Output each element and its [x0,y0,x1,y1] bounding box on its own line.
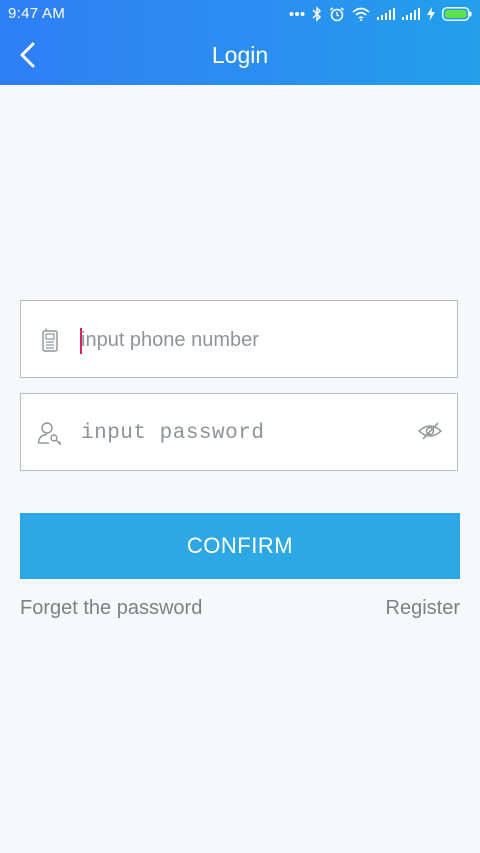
page-title: Login [211,42,269,68]
confirm-button[interactable]: CONFIRM [20,513,460,579]
forget-password-link[interactable]: Forget the password [20,597,202,620]
bluetooth-icon [312,6,322,22]
user-key-icon [37,420,63,446]
charging-icon [427,7,435,21]
register-link[interactable]: Register [386,597,460,620]
phone-field[interactable] [20,300,458,378]
mobile-phone-icon [37,327,63,353]
signal-icon [402,8,420,20]
app-bar: Login [0,28,480,85]
more-dots-icon [289,11,305,17]
wifi-icon [352,7,370,21]
password-input[interactable] [79,412,411,454]
signal-icon [377,8,395,20]
battery-icon [442,7,472,21]
status-bar: 9:47 AM [0,0,480,28]
show-password-toggle[interactable] [415,418,445,448]
alarm-icon [329,6,345,22]
phone-input[interactable] [79,319,411,361]
password-field[interactable] [20,393,458,471]
status-time: 9:47 AM [8,5,66,22]
status-icons [289,4,472,24]
eye-hidden-icon [417,421,443,446]
text-cursor [80,328,82,354]
